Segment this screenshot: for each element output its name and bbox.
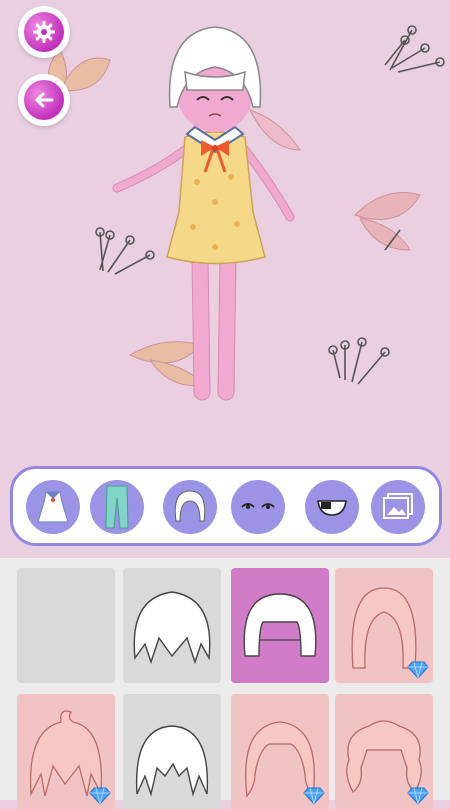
hair-option-pink-long[interactable] <box>335 568 433 683</box>
settings-button[interactable] <box>18 6 70 58</box>
diamond-icon <box>407 787 429 805</box>
back-arrow-icon <box>35 92 54 108</box>
category-dress-button[interactable] <box>26 480 80 534</box>
diamond-icon <box>407 661 429 679</box>
gear-icon <box>33 21 55 43</box>
category-eyes-button[interactable] <box>231 480 285 534</box>
gallery-icon <box>383 493 413 519</box>
diamond-icon <box>89 787 111 805</box>
hair-white-layered-icon <box>133 591 211 665</box>
mouth-icon <box>317 500 347 516</box>
hair-option-white-bob[interactable] <box>231 568 329 683</box>
dress-icon <box>37 491 69 523</box>
category-mouth-button[interactable] <box>305 480 359 534</box>
category-background-button[interactable] <box>371 480 425 534</box>
hair-white-bob-icon <box>243 593 317 657</box>
hair-option-white-layered[interactable] <box>123 568 221 683</box>
hair-pink-wavy-icon <box>245 721 315 798</box>
hair-pink-spiky-icon <box>29 710 103 797</box>
hair-option-none[interactable] <box>17 568 115 683</box>
hair-white-straight-icon <box>135 725 209 797</box>
hair-icon <box>174 490 206 522</box>
category-pants-button[interactable] <box>90 480 144 534</box>
diamond-icon <box>303 787 325 805</box>
hair-option-white-straight[interactable] <box>123 694 221 809</box>
character-avatar <box>112 26 295 401</box>
hair-option-pink-curly[interactable] <box>335 694 433 809</box>
pants-icon <box>105 485 129 529</box>
hair-pink-long-icon <box>351 587 417 669</box>
hair-options-grid <box>0 558 450 809</box>
category-hair-button[interactable] <box>163 480 217 534</box>
hair-pink-curly-icon <box>346 720 422 793</box>
hair-option-pink-wavy[interactable] <box>231 694 329 809</box>
eyes-icon <box>241 503 275 509</box>
back-button[interactable] <box>18 74 70 126</box>
hair-option-pink-spiky[interactable] <box>17 694 115 809</box>
category-bar <box>10 466 442 546</box>
